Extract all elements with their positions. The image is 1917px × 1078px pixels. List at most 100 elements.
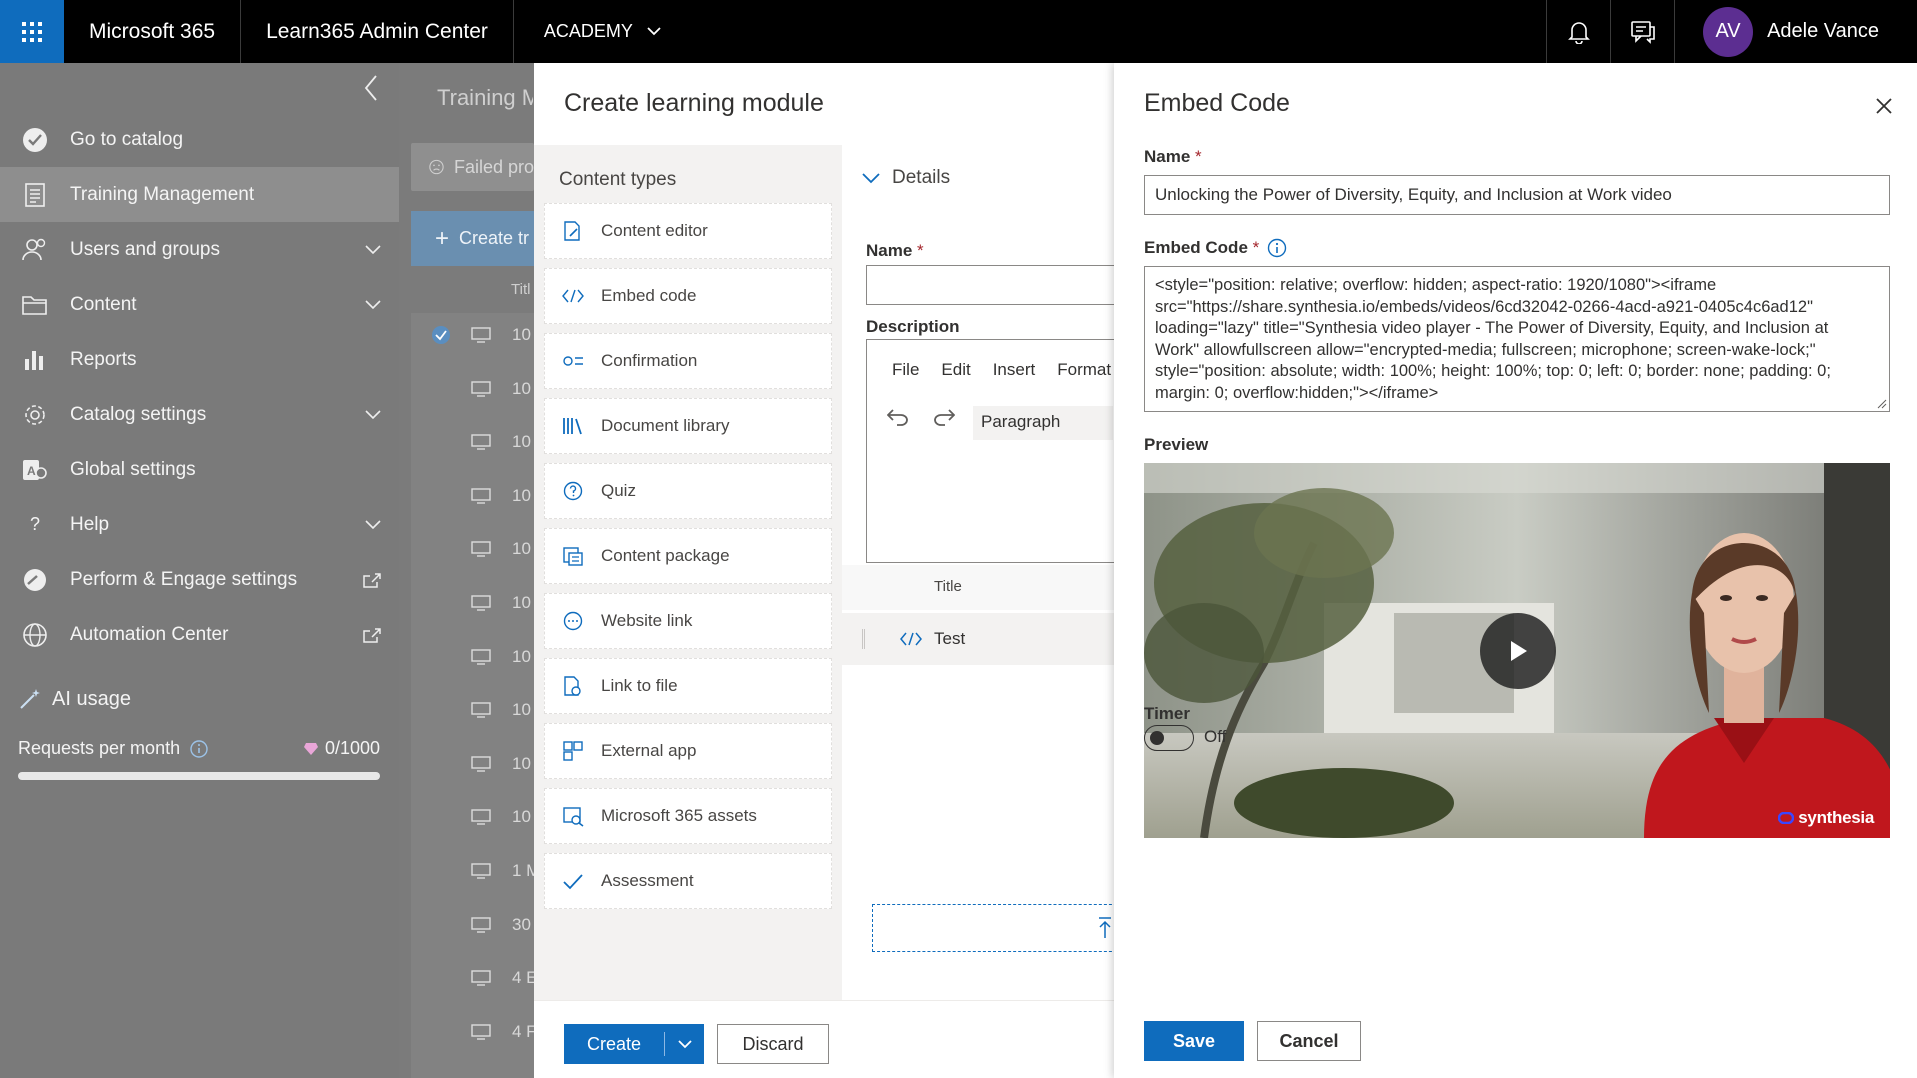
row-title: Test [934, 629, 966, 648]
table-row[interactable]: 10 [411, 581, 534, 625]
discard-button[interactable]: Discard [717, 1024, 829, 1064]
app-launcher-button[interactable] [0, 0, 64, 63]
account-menu[interactable]: AV Adele Vance [1674, 0, 1917, 63]
table-row[interactable]: 4 E [411, 956, 538, 1000]
gem-icon [303, 742, 318, 755]
failed-filter[interactable]: Failed pro [411, 143, 534, 191]
play-button[interactable] [1480, 613, 1556, 689]
device-icon [471, 970, 491, 986]
nav-global-settings[interactable]: A Global settings [0, 442, 399, 497]
create-options-button[interactable] [665, 1039, 704, 1049]
paragraph-style-select[interactable]: Paragraph [973, 406, 1113, 440]
nav-perform-engage-settings[interactable]: Perform & Engage settings [0, 552, 399, 607]
content-type-assessment[interactable]: Assessment [544, 853, 832, 909]
content-type-external-app[interactable]: External app [544, 723, 832, 779]
content-type-website-link[interactable]: Website link [544, 593, 832, 649]
content-type-content-editor[interactable]: Content editor [544, 203, 832, 259]
selected-check-icon[interactable] [431, 325, 451, 345]
timer-label: Timer [1144, 704, 1190, 723]
drag-handle-icon[interactable] [862, 629, 865, 649]
row-title: 4 F [512, 1021, 537, 1041]
video-preview[interactable]: synthesia [1144, 463, 1890, 838]
embed-code-textarea[interactable]: <style="position: relative; overflow: hi… [1144, 266, 1890, 412]
admin-center-title[interactable]: Learn365 Admin Center [241, 0, 514, 63]
undo-icon[interactable] [887, 408, 909, 426]
question-icon: ? [29, 514, 40, 534]
notifications-button[interactable] [1546, 0, 1610, 63]
create-button[interactable]: Create [564, 1034, 664, 1055]
table-row[interactable]: 10 [411, 742, 534, 786]
create-split-button[interactable]: Create [564, 1024, 704, 1064]
close-button[interactable] [1875, 97, 1893, 115]
nav-catalog-settings[interactable]: Catalog settings [0, 387, 399, 442]
name-label: Name * [866, 241, 924, 260]
requests-per-month: Requests per month 0/1000 [18, 738, 380, 759]
feedback-button[interactable] [1610, 0, 1674, 63]
tenant-dropdown[interactable]: ACADEMY [514, 21, 691, 42]
redo-icon[interactable] [933, 408, 955, 426]
content-type-document-library[interactable]: Document library [544, 398, 832, 454]
bar-chart-icon [25, 350, 43, 370]
content-type-label: Link to file [601, 676, 678, 695]
content-type-label: External app [601, 741, 697, 760]
nav-users-and-groups[interactable]: Users and groups [0, 222, 399, 277]
table-row[interactable]: 10 [411, 420, 534, 464]
content-type-confirmation[interactable]: Confirmation [544, 333, 832, 389]
nav-reports[interactable]: Reports [0, 332, 399, 387]
timer-toggle[interactable] [1144, 725, 1194, 751]
nav-automation-center[interactable]: Automation Center [0, 607, 399, 662]
table-row[interactable]: 10 [411, 527, 534, 571]
info-icon[interactable] [1267, 238, 1287, 258]
table-row[interactable]: 4 F [411, 1010, 537, 1054]
table-row[interactable]: 30 [411, 903, 534, 947]
resize-handle-icon[interactable] [1877, 399, 1887, 409]
create-learning-module-panel: Create learning module Content types Con… [534, 63, 1136, 1078]
table-row[interactable]: 10 [411, 474, 534, 518]
row-title: 10 [512, 807, 531, 827]
chat-icon [1630, 20, 1655, 44]
nav-go-to-catalog[interactable]: Go to catalog [0, 112, 399, 167]
row-title: 10 [512, 432, 531, 452]
content-type-link-to-file[interactable]: Link to file [544, 658, 832, 714]
embed-code-label: Embed Code * [1144, 238, 1287, 258]
content-type-quiz[interactable]: Quiz [544, 463, 832, 519]
collapse-nav-button[interactable] [364, 75, 378, 101]
save-button[interactable]: Save [1144, 1021, 1244, 1061]
name-label: Name * [1144, 147, 1202, 166]
table-row[interactable]: 10 [411, 313, 534, 357]
info-icon[interactable] [190, 739, 208, 758]
requests-counter: 0/1000 [303, 738, 380, 759]
module-name-input[interactable] [866, 265, 1136, 305]
nav-training-management[interactable]: Training Management [0, 167, 399, 222]
filter-label: Failed pro [453, 156, 534, 177]
nav-help[interactable]: ? Help [0, 497, 399, 552]
table-row[interactable]: 10 [411, 635, 534, 679]
checklist-icon [563, 356, 583, 366]
create-training-button[interactable]: + Create tr [411, 211, 534, 266]
chevron-left-icon [364, 75, 377, 101]
content-type-content-package[interactable]: Content package [544, 528, 832, 584]
description-editor[interactable]: File Edit Insert Format Paragraph [866, 339, 1136, 563]
table-row[interactable]: Test [842, 613, 1114, 665]
menu-file[interactable]: File [892, 360, 919, 380]
content-type-microsoft-365-assets[interactable]: Microsoft 365 assets [544, 788, 832, 844]
requests-count: 0/1000 [324, 738, 380, 758]
content-type-embed-code[interactable]: Embed code [544, 268, 832, 324]
cancel-button[interactable]: Cancel [1257, 1021, 1361, 1061]
m365-assets-icon [563, 807, 584, 827]
table-row[interactable]: 1 M [411, 849, 540, 893]
content-types-panel: Content types Content editor Embed code Co… [534, 145, 842, 1000]
table-row[interactable]: 10 [411, 795, 534, 839]
ai-usage-heading: AI usage [18, 687, 131, 711]
table-row[interactable]: 10 [411, 367, 534, 411]
table-row[interactable]: 10 [411, 688, 534, 732]
menu-edit[interactable]: Edit [941, 360, 970, 380]
nav-content[interactable]: Content [0, 277, 399, 332]
app-name-link[interactable]: Microsoft 365 [64, 0, 242, 63]
embed-name-input[interactable]: Unlocking the Power of Diversity, Equity… [1144, 175, 1890, 215]
details-toggle[interactable]: Details [862, 167, 950, 189]
details-section: Details Name * Description File Edit Ins… [842, 145, 1136, 1000]
menu-format[interactable]: Format [1057, 360, 1111, 380]
menu-insert[interactable]: Insert [993, 360, 1036, 380]
upload-drop-zone[interactable] [872, 904, 1122, 952]
